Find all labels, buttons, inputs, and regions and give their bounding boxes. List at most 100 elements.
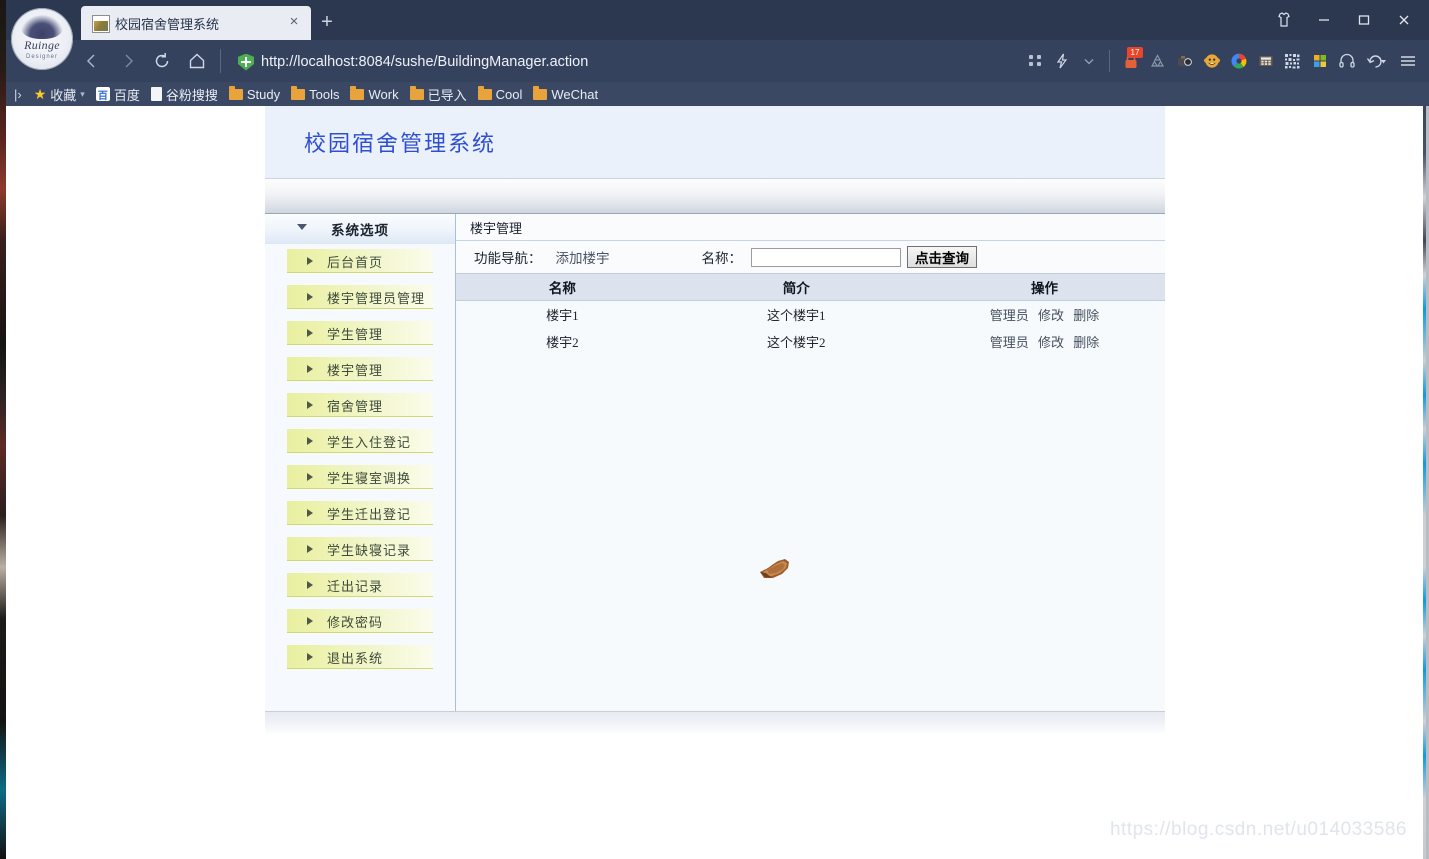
reload-button[interactable] <box>146 45 178 77</box>
sidebar: 系统选项 后台首页 楼宇管理员管理 学生管理 楼宇管理 宿舍管理 学生入住登记 … <box>265 214 456 711</box>
cell-name: 楼宇2 <box>546 335 579 350</box>
edit-link[interactable]: 修改 <box>1038 308 1064 323</box>
column-header-name: 名称 <box>456 273 669 301</box>
sidebar-item-dorm-management[interactable]: 宿舍管理 <box>287 393 433 417</box>
bookmark-label: WeChat <box>551 86 599 102</box>
qr-grid-icon[interactable] <box>1021 46 1048 76</box>
star-icon: ★ <box>33 86 47 102</box>
address-bar[interactable]: http://localhost:8084/sushe/BuildingMana… <box>238 51 588 73</box>
manager-link[interactable]: 管理员 <box>990 335 1029 350</box>
skin-theme-icon[interactable] <box>1265 6 1303 34</box>
windows-grid-icon[interactable] <box>1306 46 1333 76</box>
folder-icon <box>409 85 424 100</box>
recycle-icon[interactable] <box>1144 46 1171 76</box>
column-header-operations: 操作 <box>923 273 1165 301</box>
bookmark-imported[interactable]: 已导入 <box>409 85 467 104</box>
bookmark-label: 已导入 <box>427 87 467 103</box>
bookmark-gufen[interactable]: 谷粉搜搜 <box>150 85 218 104</box>
qrcode-icon[interactable] <box>1279 46 1306 76</box>
edit-link[interactable]: 修改 <box>1038 335 1064 350</box>
lightning-icon[interactable] <box>1048 46 1075 76</box>
sidebar-item-home[interactable]: 后台首页 <box>287 249 433 273</box>
tab-close-icon[interactable]: × <box>285 13 303 31</box>
bookmark-tools[interactable]: Tools <box>291 85 340 102</box>
url-text: http://localhost:8084/sushe/BuildingMana… <box>261 54 589 70</box>
arrow-right-icon <box>307 509 313 517</box>
bookmark-label: Tools <box>309 86 340 102</box>
bookmark-baidu[interactable]: 百 百度 <box>95 85 140 104</box>
browser-toolbar-icons: 17 <box>1021 44 1421 78</box>
sidebar-item-logout[interactable]: 退出系统 <box>287 645 433 669</box>
delete-link[interactable]: 删除 <box>1073 335 1099 350</box>
forward-button[interactable] <box>112 45 144 77</box>
sidebar-item-building-management[interactable]: 楼宇管理 <box>287 357 433 381</box>
chevron-down-icon[interactable] <box>1075 46 1102 76</box>
monkey-face-icon[interactable] <box>1198 46 1225 76</box>
lock-icon[interactable]: 17 <box>1117 46 1144 76</box>
bookmark-label: 谷粉搜搜 <box>165 87 218 103</box>
sidebar-item-label: 楼宇管理员管理 <box>327 291 426 306</box>
search-button[interactable]: 点击查询 <box>907 246 977 268</box>
cell-intro: 这个楼宇1 <box>767 308 826 323</box>
sidebar-item-room-swap[interactable]: 学生寝室调换 <box>287 465 433 489</box>
arrow-right-icon <box>307 365 313 373</box>
arrow-right-icon <box>307 581 313 589</box>
watermark-text: https://blog.csdn.net/u014033586 <box>1109 819 1407 840</box>
browser-tab[interactable]: 校园宿舍管理系统 × <box>81 6 311 40</box>
sidebar-item-change-password[interactable]: 修改密码 <box>287 609 433 633</box>
add-building-link[interactable]: 添加楼宇 <box>556 247 610 267</box>
hamburger-menu-icon[interactable] <box>1394 46 1421 76</box>
undo-arrow-icon[interactable] <box>1360 46 1394 76</box>
folder-icon <box>291 85 306 100</box>
bookmark-study[interactable]: Study <box>228 85 280 102</box>
home-button[interactable] <box>181 45 213 77</box>
calculator-icon[interactable] <box>1252 46 1279 76</box>
baidu-icon: 百 <box>95 87 110 102</box>
toolbar-separator <box>1109 50 1110 72</box>
maximize-button[interactable] <box>1345 6 1383 34</box>
bookmark-favorites[interactable]: ★ 收藏 ▾ <box>34 85 85 104</box>
arrow-right-icon <box>307 401 313 409</box>
arrow-right-icon <box>307 545 313 553</box>
close-button[interactable] <box>1385 6 1423 34</box>
site-body: 系统选项 后台首页 楼宇管理员管理 学生管理 楼宇管理 宿舍管理 学生入住登记 … <box>265 214 1165 711</box>
sidebar-item-label: 学生缺寝记录 <box>327 543 412 558</box>
color-wheel-icon[interactable] <box>1225 46 1252 76</box>
sidebar-item-label: 宿舍管理 <box>327 399 384 414</box>
sidebar-item-building-admin[interactable]: 楼宇管理员管理 <box>287 285 433 309</box>
headphones-icon[interactable] <box>1333 46 1360 76</box>
lock-badge-count: 17 <box>1127 47 1143 58</box>
bookmarks-expand-icon[interactable]: |› <box>14 87 22 102</box>
sidebar-item-checkin-registration[interactable]: 学生入住登记 <box>287 429 433 453</box>
folder-icon <box>477 85 492 100</box>
sidebar-item-moveout-registration[interactable]: 学生迁出登记 <box>287 501 433 525</box>
sidebar-item-label: 楼宇管理 <box>327 363 384 378</box>
bookmark-wechat[interactable]: WeChat <box>533 85 599 102</box>
logo-subtext: Designer <box>25 54 58 60</box>
back-button[interactable] <box>76 45 108 77</box>
folder-icon <box>533 85 548 100</box>
table-row: 楼宇2 这个楼宇2 管理员 修改 删除 <box>456 328 1165 355</box>
camera-icon[interactable] <box>1171 46 1198 76</box>
sidebar-item-label: 学生迁出登记 <box>327 507 412 522</box>
bookmark-work[interactable]: Work <box>350 85 399 102</box>
bookmark-cool[interactable]: Cool <box>477 85 523 102</box>
new-tab-button[interactable]: + <box>317 12 337 33</box>
browser-titlebar: Ruinge Designer 校园宿舍管理系统 × + <box>6 0 1429 70</box>
sidebar-item-moveout-records[interactable]: 迁出记录 <box>287 573 433 597</box>
sidebar-item-label: 修改密码 <box>327 615 384 630</box>
sidebar-item-label: 学生寝室调换 <box>327 471 412 486</box>
sidebar-header[interactable]: 系统选项 <box>265 214 455 244</box>
bookmark-label: Work <box>368 86 399 102</box>
cell-name: 楼宇1 <box>546 308 579 323</box>
manager-link[interactable]: 管理员 <box>990 308 1029 323</box>
bookmark-label: Cool <box>495 86 523 102</box>
minimize-button[interactable] <box>1305 6 1343 34</box>
bookmark-label: 百度 <box>113 87 140 103</box>
sidebar-item-absence-records[interactable]: 学生缺寝记录 <box>287 537 433 561</box>
search-input[interactable] <box>751 247 901 267</box>
sidebar-item-student-management[interactable]: 学生管理 <box>287 321 433 345</box>
table-header-row: 名称 简介 操作 <box>456 273 1165 301</box>
table-row: 楼宇1 这个楼宇1 管理员 修改 删除 <box>456 301 1165 329</box>
delete-link[interactable]: 删除 <box>1073 308 1099 323</box>
